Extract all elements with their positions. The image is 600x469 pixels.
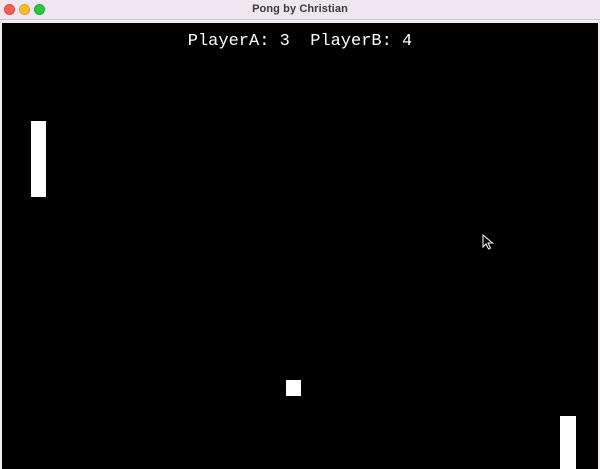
title-bar[interactable]: Pong by Christian bbox=[0, 0, 600, 20]
arrow-cursor-icon bbox=[482, 234, 494, 250]
left-paddle bbox=[31, 121, 46, 197]
ball bbox=[286, 380, 301, 396]
scoreboard: PlayerA: 3 PlayerB: 4 bbox=[187, 32, 413, 51]
app-window: Pong by Christian PlayerA: 3 PlayerB: 4 bbox=[0, 0, 600, 469]
window-title: Pong by Christian bbox=[252, 3, 348, 15]
game-canvas[interactable]: PlayerA: 3 PlayerB: 4 bbox=[2, 23, 598, 469]
right-paddle bbox=[560, 416, 576, 469]
